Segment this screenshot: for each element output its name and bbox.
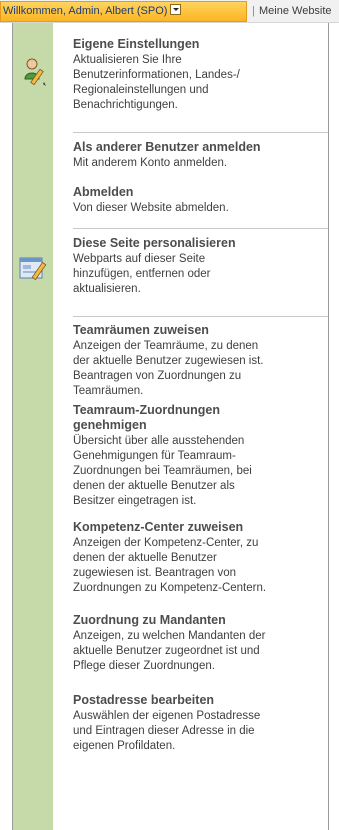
user-dropdown-menu: Eigene Einstellungen Aktualisieren Sie I… <box>12 23 329 830</box>
menu-item-title: Kompetenz-Center zuweisen <box>73 520 244 534</box>
menu-item-desc: aktuelle Benutzer zugeordnet ist und <box>73 645 260 657</box>
menu-item-desc: eigenen Profildaten. <box>73 740 176 752</box>
menu-item-title: genehmigen <box>73 418 147 432</box>
menu-item-desc: Mit anderem Konto anmelden. <box>73 157 228 169</box>
menu-item-desc: denen der aktuelle Benutzer als <box>73 480 235 492</box>
menu-item-desc: aktualisieren. <box>73 283 141 295</box>
menu-item-desc: Zuordnungen zu Kompetenz-Centern. <box>73 582 267 594</box>
menu-item-title: Eigene Einstellungen <box>73 37 200 51</box>
menu-item-desc: Pflege dieser Zuordnungen. <box>73 660 215 672</box>
menu-divider <box>73 132 328 133</box>
separator: | <box>252 5 255 17</box>
menu-item-title: Postadresse bearbeiten <box>73 693 215 707</box>
menu-item-title: Als anderer Benutzer anmelden <box>73 140 261 154</box>
menu-item-title: Teamraum-Zuordnungen <box>73 403 220 417</box>
menu-item-desc: Von dieser Website abmelden. <box>73 202 229 214</box>
menu-item-desc: Auswählen der eigenen Postadresse <box>73 710 261 722</box>
menu-item-desc: hinzufügen, entfernen oder <box>73 268 211 280</box>
chevron-down-icon <box>170 4 182 15</box>
my-site-link[interactable]: Meine Website <box>259 1 339 22</box>
menu-item-desc: der aktuelle Benutzer zugewiesen ist. <box>73 355 264 367</box>
welcome-label: Willkommen, Admin, Albert (SPO) <box>3 5 168 17</box>
user-edit-icon <box>23 57 49 92</box>
menu-item-desc: Benutzerinformationen, Landes-/ <box>73 69 240 81</box>
menu-item-desc: Regionaleinstellungen und <box>73 84 209 96</box>
menu-item-desc: Anzeigen, zu welchen Mandanten der <box>73 630 266 642</box>
menu-item-desc: Übersicht über alle ausstehenden <box>73 435 245 447</box>
menu-item-desc: Benachrichtigungen. <box>73 99 178 111</box>
menu-item-title: Diese Seite personalisieren <box>73 236 236 250</box>
menu-item-title: Zuordnung zu Mandanten <box>73 613 226 627</box>
menu-item-desc: zugewiesen ist. Beantragen von <box>73 567 237 579</box>
personalize-page-icon <box>19 256 49 287</box>
menu-item-title: Teamräumen zuweisen <box>73 323 209 337</box>
menu-item-title: Abmelden <box>73 185 134 199</box>
menu-item-desc: denen der aktuelle Benutzer <box>73 552 217 564</box>
menu-divider <box>73 316 328 317</box>
menu-item-desc: Anzeigen der Kompetenz-Center, zu <box>73 537 259 549</box>
page-background <box>0 23 12 830</box>
top-bar: Willkommen, Admin, Albert (SPO) | Meine … <box>0 0 339 23</box>
menu-item-desc: Besitzer eingetragen ist. <box>73 495 197 507</box>
menu-item-desc: Anzeigen der Teamräume, zu denen <box>73 340 259 352</box>
menu-divider <box>73 228 328 229</box>
menu-icon-gutter <box>13 23 53 830</box>
welcome-menu-button[interactable]: Willkommen, Admin, Albert (SPO) <box>0 1 247 22</box>
menu-item-desc: Teamräumen. <box>73 385 144 397</box>
menu-item-desc: Genehmigungen für Teamraum- <box>73 450 236 462</box>
menu-item-desc: Webparts auf dieser Seite <box>73 253 206 265</box>
menu-item-desc: Zuordnungen bei Teamräumen, bei <box>73 465 252 477</box>
menu-item-desc: und Eintragen dieser Adresse in die <box>73 725 255 737</box>
menu-item-desc: Aktualisieren Sie Ihre <box>73 54 182 66</box>
menu-item-desc: Beantragen von Zuordnungen zu <box>73 370 242 382</box>
